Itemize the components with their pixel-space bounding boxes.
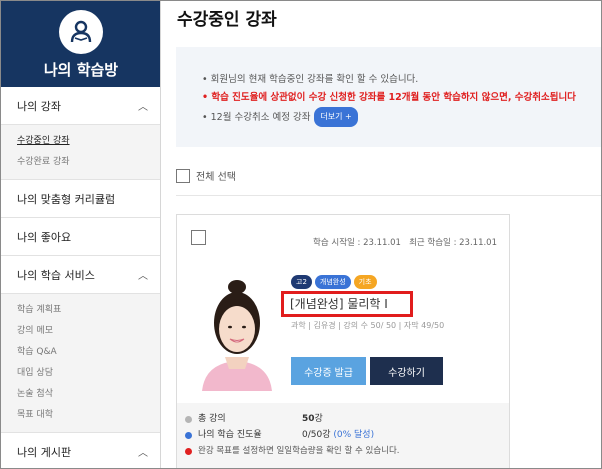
sidebar-item-label: 나의 좋아요 (17, 230, 72, 244)
course-dates: 학습 시작일 : 23.11.01 최근 학습일 : 23.11.01 (313, 236, 497, 248)
stat-value: 0/50강 (0% 달성) (302, 427, 374, 443)
window-frame: 나의 학습방 나의 강좌 ︿ 수강중인 강좌 수강완료 강좌 나의 맞춤형 커리… (0, 0, 602, 469)
total-unit: 강 (314, 414, 323, 424)
sidebar-subitem-target-university[interactable]: 목표 대학 (17, 405, 144, 426)
red-dot-icon (185, 447, 192, 455)
sidebar-item-study-services[interactable]: 나의 학습 서비스 ︿ (1, 256, 160, 294)
sidebar-item-label: 나의 강좌 (17, 99, 61, 113)
sidebar-subitem-study-plan[interactable]: 학습 계획표 (17, 300, 144, 321)
stat-value: 50강 (302, 411, 323, 427)
sidebar-title: 나의 학습방 (43, 61, 119, 79)
progress-percent: (0% 달성) (333, 430, 375, 440)
sidebar-item-likes[interactable]: 나의 좋아요 (1, 218, 160, 256)
sidebar-subitem-completed[interactable]: 수강완료 강좌 (17, 152, 144, 173)
user-book-icon (59, 10, 103, 54)
sidebar-item-label: 나의 학습 서비스 (17, 268, 95, 282)
page-title: 수강중인 강좌 (177, 10, 277, 30)
stat-goal-note: 완강 목표를 설정하면 일일학습량을 확인 할 수 있습니다. (185, 443, 509, 459)
stat-label: 총 강의 (198, 414, 226, 424)
sidebar-submenu-study-services: 학습 계획표 강의 메모 학습 Q&A 대입 상담 논술 첨삭 목표 대학 (1, 294, 160, 433)
main-content: 수강중인 강좌 • 회원님의 현재 학습중인 강좌를 확인 할 수 있습니다. … (162, 1, 601, 468)
stat-progress: 나의 학습 진도율 0/50강 (0% 달성) (185, 427, 509, 443)
course-card: 학습 시작일 : 23.11.01 최근 학습일 : 23.11.01 고2 개… (176, 214, 510, 468)
notice-line: • 회원님의 현재 학습중인 강좌를 확인 할 수 있습니다. (202, 74, 419, 85)
chevron-up-icon: ︿ (138, 448, 148, 459)
notice-box: • 회원님의 현재 학습중인 강좌를 확인 할 수 있습니다. • 학습 진도율… (176, 47, 601, 147)
notice-line-text: • 12월 수강취소 예정 강좌 (202, 112, 311, 123)
sidebar-subitem-qna[interactable]: 학습 Q&A (17, 342, 144, 363)
select-all-checkbox[interactable] (176, 168, 190, 183)
stat-total-lectures: 총 강의 50강 (185, 411, 509, 427)
notice-line-cancel-schedule: • 12월 수강취소 예정 강좌 더보기 + (202, 107, 601, 127)
chevron-up-icon: ︿ (138, 271, 148, 282)
total-count: 50 (302, 414, 315, 424)
blue-dot-icon (185, 431, 192, 439)
progress-count: 0/50강 (302, 430, 331, 440)
certificate-button[interactable]: 수강증 발급 (291, 357, 366, 385)
sidebar-subitem-admission-consult[interactable]: 대입 상담 (17, 363, 144, 384)
badge-basic: 기초 (353, 275, 377, 289)
start-date: 학습 시작일 : 23.11.01 (313, 238, 401, 248)
sidebar-subitem-essay-review[interactable]: 논술 첨삭 (17, 384, 144, 405)
sidebar-item-my-courses[interactable]: 나의 강좌 ︿ (1, 87, 160, 125)
chevron-up-icon: ︿ (138, 102, 148, 113)
course-badges: 고2 개념완성 기초 (291, 275, 377, 289)
sidebar-item-my-board[interactable]: 나의 게시판 ︿ (1, 433, 160, 468)
select-all[interactable]: 전체 선택 (176, 168, 236, 183)
instructor-photo (197, 277, 277, 391)
course-meta: 과학 | 김유경 | 강의 수 50/ 50 | 자막 49/50 (291, 321, 445, 330)
course-stats: 총 강의 50강 나의 학습 진도율 0/50강 (0% 달성) 완강 목표를 … (177, 403, 509, 468)
last-date: 최근 학습일 : 23.11.01 (409, 238, 497, 248)
sidebar-header: 나의 학습방 (1, 1, 160, 87)
sidebar-subitem-in-progress[interactable]: 수강중인 강좌 (17, 131, 144, 152)
sidebar-item-label: 나의 게시판 (17, 445, 72, 459)
sidebar: 나의 학습방 나의 강좌 ︿ 수강중인 강좌 수강완료 강좌 나의 맞춤형 커리… (1, 1, 161, 468)
gray-dot-icon (185, 415, 192, 423)
study-button[interactable]: 수강하기 (370, 357, 443, 385)
sidebar-submenu-my-courses: 수강중인 강좌 수강완료 강좌 (1, 125, 160, 180)
more-button[interactable]: 더보기 + (314, 107, 358, 127)
sidebar-item-curriculum[interactable]: 나의 맞춤형 커리큘럼 (1, 180, 160, 218)
sidebar-item-label: 나의 맞춤형 커리큘럼 (17, 192, 116, 206)
divider (176, 195, 601, 196)
select-all-label: 전체 선택 (196, 172, 236, 183)
stat-label: 나의 학습 진도율 (198, 430, 262, 440)
goal-note: 완강 목표를 설정하면 일일학습량을 확인 할 수 있습니다. (198, 446, 400, 456)
course-checkbox[interactable] (191, 230, 206, 245)
badge-grade: 고2 (291, 275, 312, 289)
sidebar-subitem-lecture-memo[interactable]: 강의 메모 (17, 321, 144, 342)
course-title[interactable]: [개념완성] 물리학 Ⅰ (281, 291, 413, 317)
notice-line-warning: • 학습 진도율에 상관없이 수강 신청한 강좌를 12개월 동안 학습하지 않… (202, 92, 576, 103)
badge-level: 개념완성 (314, 275, 351, 289)
